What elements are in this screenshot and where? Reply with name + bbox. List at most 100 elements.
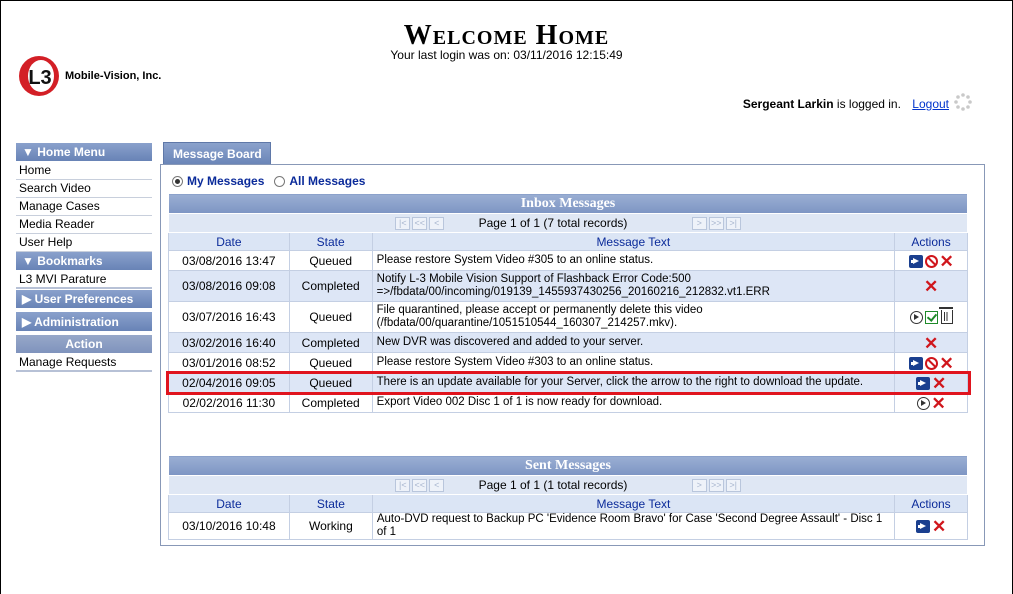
row-state: Queued: [288, 352, 373, 373]
menu-item-manage-requests[interactable]: Manage Requests: [16, 354, 152, 372]
table-row: 02/04/2016 09:05 Queued There is an update…: [168, 372, 968, 393]
row-message-text: Auto-DVD request to Backup PC 'Evidence …: [371, 512, 896, 540]
row-message-text: Please restore System Video #305 to an o…: [371, 250, 896, 271]
svg-text:L3: L3: [28, 67, 51, 89]
delete-icon[interactable]: ✕: [932, 375, 946, 392]
sent-pager: |< << < Page 1 of 1 (1 total records) > >> >…: [168, 475, 968, 495]
cancel-icon[interactable]: [924, 254, 938, 268]
download-arrow-icon[interactable]: [908, 254, 923, 268]
row-date: 02/02/2016 11:30: [168, 392, 290, 413]
row-message-text: Export Video 002 Disc 1 of 1 is now read…: [371, 392, 896, 413]
delete-icon[interactable]: ✕: [924, 278, 938, 295]
first-page-icon[interactable]: |<: [395, 478, 411, 492]
all-messages-radio[interactable]: [274, 175, 286, 187]
download-arrow-icon[interactable]: [916, 520, 931, 534]
table-row: 03/10/2016 10:48 Working Auto-DVD request …: [168, 512, 968, 540]
next-block-icon[interactable]: >>: [708, 216, 724, 230]
trash-icon[interactable]: [938, 307, 953, 325]
col-actions: Actions: [894, 494, 968, 513]
inbox-pager: |< << < Page 1 of 1 (7 total records) > >> >…: [168, 213, 968, 233]
row-actions: ✕: [894, 250, 968, 271]
my-messages-radio[interactable]: [172, 175, 183, 187]
delete-icon[interactable]: ✕: [940, 355, 954, 372]
next-page-icon[interactable]: >: [691, 216, 707, 230]
prev-page-icon[interactable]: <: [429, 216, 445, 230]
menu-item-home[interactable]: Home: [16, 162, 152, 180]
home-menu-header[interactable]: ▼ Home Menu: [16, 143, 152, 162]
col-state[interactable]: State: [288, 494, 373, 513]
download-arrow-icon[interactable]: [908, 356, 923, 370]
prev-page-icon[interactable]: <: [429, 478, 445, 492]
inbox-table: Inbox Messages |< << < Page 1 of 1 (7 tota…: [168, 193, 968, 413]
row-actions: ✕: [894, 392, 968, 413]
prev-block-icon[interactable]: <<: [412, 216, 428, 230]
first-page-icon[interactable]: |<: [395, 216, 411, 230]
sent-page-info: Page 1 of 1 (1 total records): [478, 478, 628, 493]
prev-block-icon[interactable]: <<: [412, 478, 428, 492]
my-messages-label[interactable]: My Messages: [187, 174, 264, 188]
col-message-text[interactable]: Message Text: [371, 494, 896, 513]
row-state: Working: [288, 512, 373, 540]
logged-in-text: is logged in.: [833, 97, 901, 111]
administration-header[interactable]: ▶ Administration: [16, 312, 152, 332]
col-date[interactable]: Date: [168, 494, 290, 513]
next-page-icon[interactable]: >: [691, 478, 707, 492]
menu-item-manage-cases[interactable]: Manage Cases: [16, 198, 152, 216]
row-message-text: File quarantined, please accept or perma…: [371, 301, 896, 333]
menu-item-l3-mvi-parature[interactable]: L3 MVI Parature: [16, 271, 152, 289]
user-name: Sergeant Larkin: [742, 97, 834, 111]
all-messages-label[interactable]: All Messages: [289, 174, 365, 188]
row-message-text: Please restore System Video #303 to an o…: [371, 352, 896, 373]
row-date: 03/07/2016 16:43: [168, 301, 290, 333]
play-icon[interactable]: [909, 310, 923, 324]
row-date: 03/01/2016 08:52: [168, 352, 290, 373]
row-message-text: Notify L-3 Mobile Vision Support of Flas…: [371, 270, 896, 302]
delete-icon[interactable]: ✕: [932, 518, 946, 535]
last-page-icon[interactable]: >|: [725, 478, 741, 492]
row-actions: ✕: [894, 512, 968, 540]
tab-message-board[interactable]: Message Board: [163, 142, 271, 165]
last-login-text: Your last login was on: 03/11/2016 12:15…: [390, 48, 623, 62]
delete-icon[interactable]: ✕: [924, 335, 938, 352]
last-page-icon[interactable]: >|: [725, 216, 741, 230]
download-arrow-icon[interactable]: [916, 376, 931, 390]
sent-table: Sent Messages |< << < Page 1 of 1 (1 total…: [168, 455, 968, 540]
table-row: 03/08/2016 09:08 Completed Notify L-3 Mobi…: [168, 270, 968, 302]
table-row: 03/01/2016 08:52 Queued Please restore Sys…: [168, 352, 968, 373]
row-actions: ✕: [894, 332, 968, 353]
col-state[interactable]: State: [288, 232, 373, 251]
bookmarks-header[interactable]: ▼ Bookmarks: [16, 252, 152, 271]
row-date: 03/08/2016 13:47: [168, 250, 290, 271]
row-message-text: New DVR was discovered and added to your…: [371, 332, 896, 353]
accept-icon[interactable]: [924, 310, 938, 324]
inbox-page-info: Page 1 of 1 (7 total records): [478, 216, 628, 231]
col-message-text[interactable]: Message Text: [371, 232, 896, 251]
action-header: Action: [16, 335, 152, 354]
row-actions: [894, 301, 968, 333]
user-status: Sergeant Larkin is logged in. Logout: [743, 97, 949, 111]
menu-item-media-reader[interactable]: Media Reader: [16, 216, 152, 234]
logout-link[interactable]: Logout: [912, 97, 949, 111]
menu-item-search-video[interactable]: Search Video: [16, 180, 152, 198]
sent-title: Sent Messages: [168, 455, 968, 476]
row-state: Queued: [288, 301, 373, 333]
table-row: 03/07/2016 16:43 Queued File quarantined, …: [168, 301, 968, 333]
row-date: 02/04/2016 09:05: [168, 372, 290, 393]
row-actions: ✕: [894, 270, 968, 302]
row-state: Queued: [288, 372, 373, 393]
row-actions: ✕: [894, 352, 968, 373]
col-date[interactable]: Date: [168, 232, 290, 251]
row-date: 03/02/2016 16:40: [168, 332, 290, 353]
row-state: Completed: [288, 270, 373, 302]
left-menu: ▼ Home Menu Home Search Video Manage Cas…: [16, 143, 152, 372]
menu-item-user-help[interactable]: User Help: [16, 234, 152, 252]
row-date: 03/10/2016 10:48: [168, 512, 290, 540]
company-name: Mobile-Vision, Inc.: [65, 70, 162, 82]
next-block-icon[interactable]: >>: [708, 478, 724, 492]
cancel-icon[interactable]: [924, 356, 938, 370]
delete-icon[interactable]: ✕: [932, 395, 946, 412]
play-icon[interactable]: [916, 396, 930, 410]
user-preferences-header[interactable]: ▶ User Preferences: [16, 290, 152, 309]
delete-icon[interactable]: ✕: [940, 253, 954, 270]
row-state: Completed: [288, 392, 373, 413]
